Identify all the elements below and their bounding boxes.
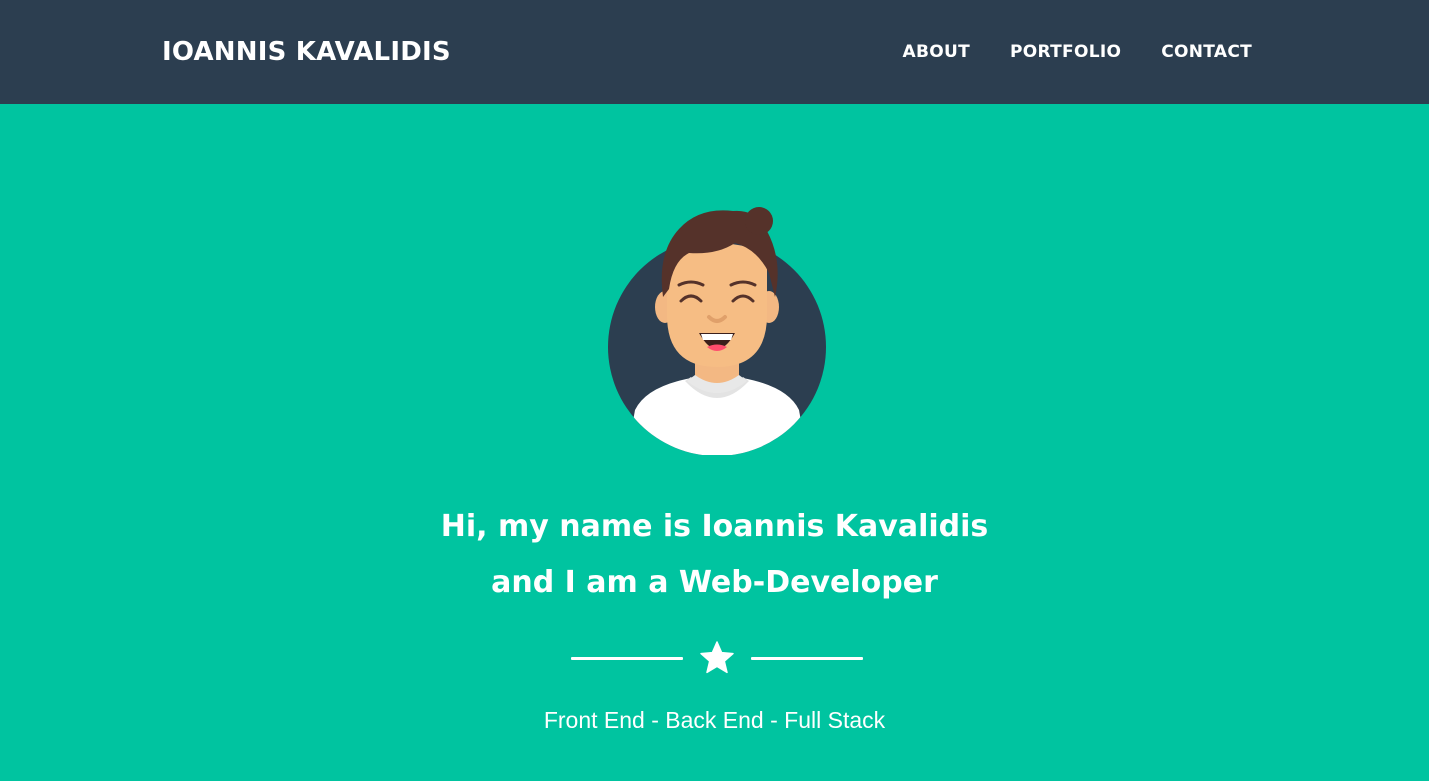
- star-icon: [700, 641, 734, 674]
- subheading: Front End - Back End - Full Stack: [543, 707, 886, 733]
- divider-line-left: [571, 656, 683, 660]
- page-title: Hi, my name is Ioannis Kavalidis and I a…: [0, 499, 1429, 611]
- nav-link-about[interactable]: ABOUT: [903, 42, 970, 62]
- heading-line-2: and I am a Web-Developer: [491, 565, 938, 600]
- avatar-icon: [608, 207, 826, 455]
- nav-link-contact[interactable]: CONTACT: [1161, 42, 1252, 62]
- star-divider: [571, 640, 863, 676]
- navbar: IOANNIS KAVALIDIS ABOUT PORTFOLIO CONTAC…: [0, 0, 1429, 104]
- masthead: Hi, my name is Ioannis Kavalidis and I a…: [0, 104, 1429, 781]
- heading-line-1: Hi, my name is Ioannis Kavalidis: [440, 509, 989, 544]
- nav-links: ABOUT PORTFOLIO CONTACT: [903, 42, 1252, 62]
- nav-link-portfolio[interactable]: PORTFOLIO: [1010, 42, 1121, 62]
- divider-line-right: [751, 656, 863, 660]
- brand-link[interactable]: IOANNIS KAVALIDIS: [162, 37, 451, 67]
